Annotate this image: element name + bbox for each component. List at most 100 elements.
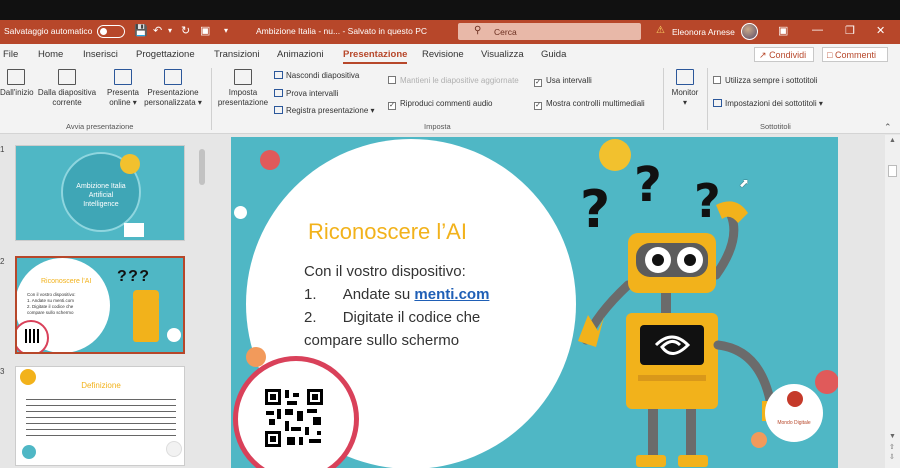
thumbnail-line: compare sullo schermo: [27, 310, 74, 315]
svg-text:?: ?: [634, 165, 662, 213]
slide-step-2[interactable]: 2. Digitate il codice che: [304, 309, 480, 326]
share-button[interactable]: ↗ Condividi: [754, 47, 814, 62]
checkbox-icon: [388, 76, 396, 84]
from-start-button[interactable]: Dall'inizio: [0, 69, 34, 98]
comment-icon: □: [827, 50, 833, 60]
always-use-subtitles-checkbox[interactable]: Utilizza sempre i sottotitoli: [713, 76, 817, 85]
monitor-label: Monitor: [671, 88, 699, 97]
autosave-toggle[interactable]: [97, 25, 125, 38]
tab-review[interactable]: Revisione: [422, 49, 464, 60]
ribbon-separator: [663, 68, 664, 130]
slide-step-1[interactable]: 1. Andate su menti.com: [304, 286, 489, 303]
present-online-label-1: Presenta: [106, 88, 140, 97]
customize-toolbar-icon[interactable]: ▾: [224, 24, 228, 38]
collapse-ribbon-icon[interactable]: ⌃: [884, 122, 892, 133]
slide-title[interactable]: Riconoscere l’AI: [308, 219, 467, 245]
search-placeholder: Cerca: [494, 27, 517, 37]
checkmark-icon: ✓: [534, 79, 542, 87]
slide-thumbnail-3[interactable]: Definizione: [15, 366, 185, 466]
media-controls-checkbox[interactable]: ✓ Mostra controlli multimediali: [534, 99, 645, 110]
decorative-dot: [234, 206, 247, 219]
thumbnail-dot: [20, 369, 36, 385]
record-slideshow-button[interactable]: Registra presentazione ▾: [274, 106, 375, 115]
slide-thumbnail-1[interactable]: Ambizione Italia Artificial Intelligence: [15, 145, 185, 241]
share-label: Condividi: [769, 50, 807, 60]
undo-icon[interactable]: ↶: [153, 24, 162, 38]
thumbnail-title: Riconoscere l'AI: [41, 278, 92, 285]
present-icon[interactable]: ▣: [200, 24, 210, 38]
warning-icon[interactable]: ⚠: [656, 25, 665, 36]
tab-slideshow[interactable]: Presentazione: [343, 49, 408, 64]
thumbnails-scrollbar[interactable]: [197, 143, 207, 468]
next-slide-icon[interactable]: ⇩: [889, 453, 895, 461]
logo-icon: [166, 441, 182, 457]
custom-show-button[interactable]: Presentazione personalizzata ▾: [142, 69, 204, 108]
checkmark-icon: ✓: [534, 102, 542, 110]
scroll-down-icon[interactable]: ▼: [889, 433, 896, 440]
keep-updated-checkbox[interactable]: Mantieni le diapositive aggiornate: [388, 76, 519, 85]
close-icon[interactable]: ✕: [876, 24, 885, 37]
menti-link[interactable]: menti.com: [414, 286, 489, 303]
tab-design[interactable]: Progettazione: [136, 49, 195, 60]
slide-intro-text[interactable]: Con il vostro dispositivo:: [304, 263, 466, 280]
avatar[interactable]: [741, 23, 758, 40]
scroll-up-icon[interactable]: ▲: [889, 137, 896, 144]
thumbnail-line: 2. Digitate il codice che: [27, 304, 74, 309]
rehearse-label: Prova intervalli: [286, 89, 339, 98]
hide-slide-label: Nascondi diapositiva: [286, 71, 360, 80]
hide-slide-icon: [274, 71, 283, 79]
hide-slide-button[interactable]: Nascondi diapositiva: [274, 71, 359, 80]
checkbox-icon: [713, 76, 721, 84]
title-bar: Salvataggio automatico 💾 ↶ ▾ ↻ ▣ ▾ Ambiz…: [0, 20, 900, 44]
present-online-button[interactable]: Presenta online ▾: [104, 69, 142, 108]
thumbnail-title: Definizione: [81, 381, 121, 390]
rehearse-timings-button[interactable]: Prova intervalli: [274, 89, 338, 98]
step-number: 1.: [304, 286, 317, 303]
group-label-start: Avvia presentazione: [66, 122, 134, 131]
slide-step-2-continuation[interactable]: compare sullo schermo: [304, 332, 459, 349]
screen-share-band: [0, 0, 900, 20]
from-current-button[interactable]: Dalla diapositiva corrente: [34, 69, 100, 108]
tab-animations[interactable]: Animazioni: [277, 49, 323, 60]
svg-text:?: ?: [694, 174, 721, 228]
logo-icon: [787, 391, 803, 407]
tab-insert[interactable]: Inserisci: [83, 49, 118, 60]
thumbnail-line: 1. Andate su menti.com: [27, 298, 75, 303]
tab-view[interactable]: Visualizza: [481, 49, 524, 60]
monitor-button[interactable]: Monitor ▾: [666, 69, 704, 108]
play-narrations-checkbox[interactable]: ✓ Riproduci commenti audio: [388, 99, 493, 110]
slide-thumbnail-2[interactable]: Riconoscere l'AI Con il vostro dispositi…: [15, 256, 185, 354]
group-label-captions: Sottotitoli: [760, 122, 791, 131]
step-number: 2.: [304, 309, 317, 326]
tab-file[interactable]: File: [3, 49, 18, 60]
undo-dropdown-icon[interactable]: ▾: [168, 24, 172, 38]
from-current-label-2: corrente: [52, 98, 82, 107]
minimize-icon[interactable]: —: [812, 24, 823, 36]
ribbon-display-options-icon[interactable]: ▣: [778, 24, 788, 37]
use-timings-label: Usa intervalli: [546, 76, 592, 85]
checkmark-icon: ✓: [388, 102, 396, 110]
restore-icon[interactable]: ❐: [845, 24, 855, 37]
thumbnail-bulb-icon: [120, 154, 140, 174]
redo-icon[interactable]: ↻: [181, 24, 190, 38]
search-input[interactable]: ⚲ Cerca: [458, 23, 641, 40]
microsoft-logo-icon: [124, 223, 144, 237]
user-name[interactable]: Eleonora Arnese: [672, 27, 735, 37]
setup-slideshow-button[interactable]: Imposta presentazione: [214, 69, 272, 108]
tab-help[interactable]: Guida: [541, 49, 566, 60]
step-text: Digitate il codice che: [342, 309, 481, 326]
subtitle-settings-button[interactable]: Impostazioni dei sottotitoli ▾: [713, 99, 823, 108]
thumbnail-text-lines: [26, 399, 176, 439]
scrollbar-thumb[interactable]: [199, 149, 205, 185]
use-timings-checkbox[interactable]: ✓ Usa intervalli: [534, 76, 592, 87]
slide-scrollbar[interactable]: ▲ ▼ ⇧ ⇩: [885, 135, 900, 468]
previous-slide-icon[interactable]: ⇧: [889, 443, 895, 451]
monitor-icon: [676, 69, 694, 85]
tab-home[interactable]: Home: [38, 49, 63, 60]
slideshow-current-icon: [58, 69, 76, 85]
scrollbar-thumb[interactable]: [888, 165, 897, 177]
save-icon[interactable]: 💾: [134, 24, 148, 38]
mouse-cursor-icon: ⬈: [739, 176, 750, 190]
tab-transitions[interactable]: Transizioni: [214, 49, 260, 60]
comments-button[interactable]: □ Commenti: [822, 47, 888, 62]
